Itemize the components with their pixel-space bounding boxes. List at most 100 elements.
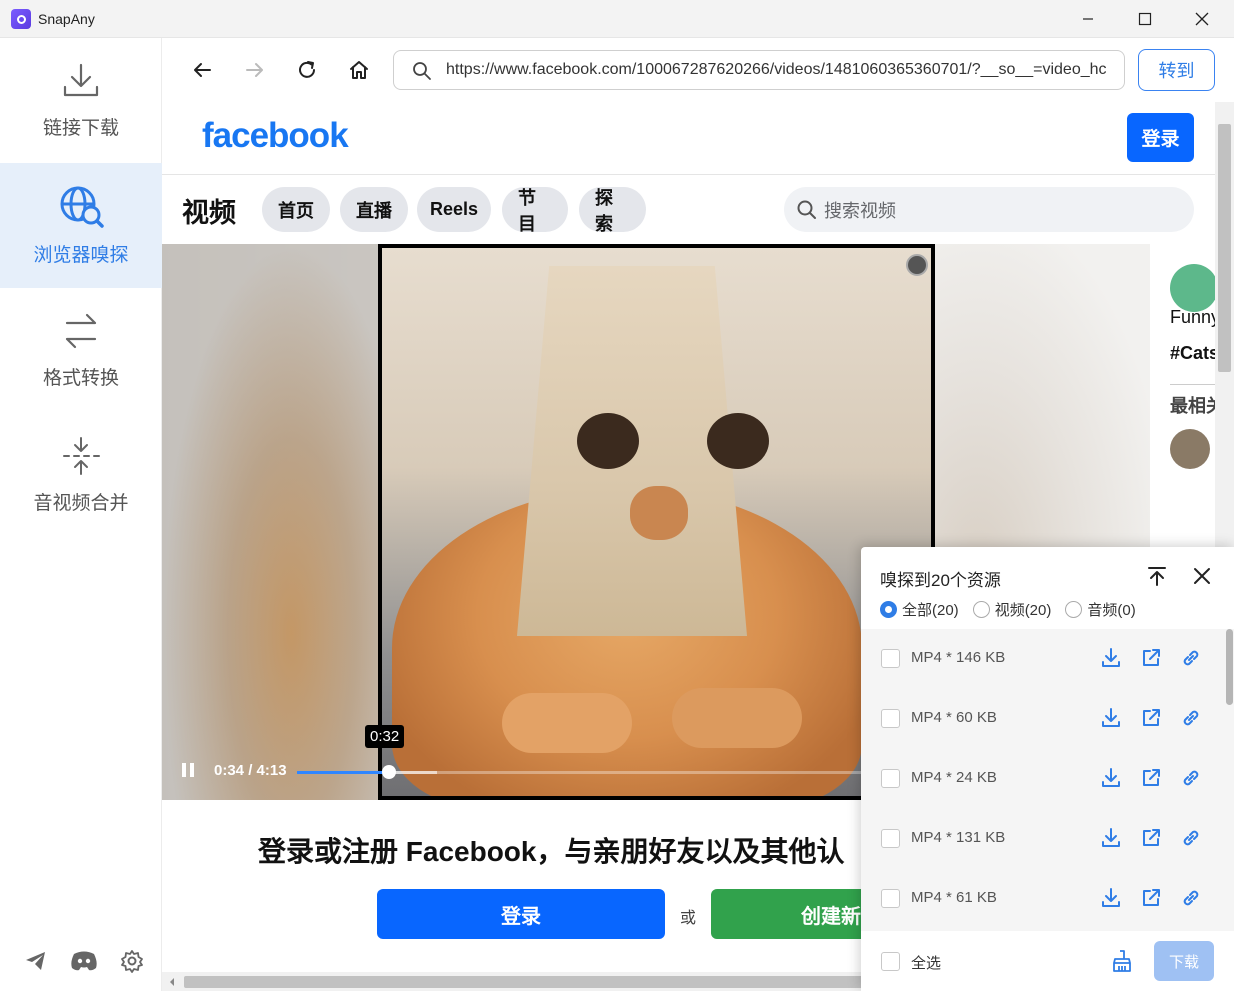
- video-search-input[interactable]: 搜索视频: [784, 187, 1194, 232]
- item-open-button[interactable]: [1139, 886, 1163, 910]
- clear-button[interactable]: [1109, 947, 1135, 975]
- sidebar-item-av-merge[interactable]: 音视频合并: [0, 413, 162, 538]
- list-item: MP4 * 24 KB: [861, 749, 1223, 809]
- external-link-icon: [1143, 769, 1160, 786]
- arrow-right-icon: [246, 63, 263, 77]
- filter-all-radio[interactable]: 全部(20): [880, 599, 959, 620]
- signup-title: 登录或注册 Facebook，与亲朋好友以及其他认: [258, 836, 845, 867]
- filter-label: 全部(20): [902, 602, 959, 619]
- avatar[interactable]: [1170, 264, 1215, 312]
- item-open-button[interactable]: [1139, 646, 1163, 670]
- sidebar-footer: [24, 949, 144, 973]
- tab-home[interactable]: 首页: [262, 187, 330, 232]
- item-checkbox[interactable]: [881, 769, 900, 788]
- tab-shows[interactable]: 节目: [502, 187, 568, 234]
- search-placeholder: 搜索视频: [824, 200, 896, 221]
- item-download-button[interactable]: [1099, 646, 1123, 670]
- item-checkbox[interactable]: [881, 889, 900, 908]
- sidebar-item-label: 链接下载: [42, 118, 119, 139]
- item-download-button[interactable]: [1099, 886, 1123, 910]
- tab-live[interactable]: 直播: [340, 187, 408, 232]
- item-copy-link-button[interactable]: [1179, 766, 1203, 790]
- progress-knob[interactable]: [381, 765, 396, 779]
- close-panel-button[interactable]: [1189, 563, 1215, 589]
- close-icon: [1194, 568, 1210, 584]
- sidebar-item-label: 格式转换: [42, 368, 119, 389]
- item-name: MP4 * 60 KB: [911, 709, 997, 726]
- arrow-left-icon: [194, 63, 211, 77]
- tab-explore[interactable]: 探索: [579, 187, 646, 234]
- download-icon: [1102, 888, 1120, 907]
- telegram-icon[interactable]: [24, 950, 48, 972]
- back-button[interactable]: [188, 56, 216, 84]
- item-open-button[interactable]: [1139, 766, 1163, 790]
- merge-icon: [63, 437, 100, 475]
- item-name: MP4 * 61 KB: [911, 889, 997, 906]
- scroll-left-icon[interactable]: [168, 977, 176, 987]
- item-checkbox[interactable]: [881, 709, 900, 728]
- external-link-icon: [1143, 649, 1160, 666]
- collapse-top-button[interactable]: [1144, 563, 1170, 589]
- download-button[interactable]: 下载: [1154, 941, 1214, 981]
- forward-button[interactable]: [241, 56, 269, 84]
- item-name: MP4 * 131 KB: [911, 829, 1006, 846]
- video-section-title: 视频: [182, 198, 236, 228]
- item-copy-link-button[interactable]: [1179, 826, 1203, 850]
- filter-audio-radio[interactable]: 音频(0): [1065, 599, 1136, 620]
- select-all-checkbox[interactable]: [881, 952, 900, 971]
- sniff-title: 嗅探到20个资源: [880, 571, 1001, 590]
- item-open-button[interactable]: [1139, 706, 1163, 730]
- side-related[interactable]: 最相关: [1170, 392, 1215, 418]
- sidebar-item-label: 浏览器嗅探: [33, 245, 129, 266]
- video-image: [382, 248, 931, 796]
- item-copy-link-button[interactable]: [1179, 706, 1203, 730]
- download-icon: [1102, 648, 1120, 667]
- hover-time-tooltip: 0:32: [365, 725, 405, 748]
- video-nav: 视频 首页 直播 Reels 节目 探索 搜索视频: [162, 174, 1215, 244]
- sidebar-item-link-download[interactable]: 链接下载: [0, 38, 162, 163]
- search-icon: [413, 62, 431, 80]
- resource-list-scrollbar[interactable]: [1224, 629, 1234, 931]
- side-caption: Funny: [1170, 307, 1215, 327]
- select-all-label[interactable]: 全选: [911, 952, 941, 973]
- pause-button[interactable]: [182, 763, 194, 777]
- sidebar-item-browser-sniff[interactable]: 浏览器嗅探: [0, 163, 162, 288]
- link-icon: [1183, 890, 1199, 906]
- go-button[interactable]: 转到: [1138, 49, 1215, 91]
- sidebar-item-format-convert[interactable]: 格式转换: [0, 288, 162, 413]
- close-window-button[interactable]: [1172, 0, 1232, 38]
- external-link-icon: [1143, 889, 1160, 906]
- item-open-button[interactable]: [1139, 826, 1163, 850]
- item-download-button[interactable]: [1099, 826, 1123, 850]
- video-time: 0:34 / 4:13: [214, 762, 287, 779]
- item-checkbox[interactable]: [881, 829, 900, 848]
- facebook-login-top-button[interactable]: 登录: [1127, 113, 1194, 162]
- download-icon: [63, 63, 99, 97]
- home-button[interactable]: [345, 56, 373, 84]
- minimize-button[interactable]: [1058, 0, 1118, 38]
- discord-icon[interactable]: [70, 950, 98, 972]
- maximize-button[interactable]: [1115, 0, 1175, 38]
- login-button[interactable]: 登录: [377, 889, 665, 939]
- settings-icon[interactable]: [120, 949, 144, 973]
- link-icon: [1183, 650, 1199, 666]
- item-copy-link-button[interactable]: [1179, 886, 1203, 910]
- sniff-footer: 全选 下载: [861, 931, 1234, 991]
- url-input[interactable]: https://www.facebook.com/100067287620266…: [393, 50, 1125, 90]
- item-copy-link-button[interactable]: [1179, 646, 1203, 670]
- filter-video-radio[interactable]: 视频(20): [972, 599, 1051, 620]
- arrow-to-top-icon: [1148, 567, 1166, 586]
- avatar[interactable]: [1170, 429, 1210, 469]
- item-download-button[interactable]: [1099, 766, 1123, 790]
- item-download-button[interactable]: [1099, 706, 1123, 730]
- item-checkbox[interactable]: [881, 649, 900, 668]
- or-text: 或: [680, 910, 697, 927]
- filter-radios: 全部(20) 视频(20) 音频(0): [880, 599, 1136, 620]
- facebook-logo[interactable]: facebook: [202, 116, 349, 156]
- tab-reels[interactable]: Reels: [417, 187, 491, 232]
- reload-button[interactable]: [293, 56, 321, 84]
- item-name: MP4 * 146 KB: [911, 649, 1006, 666]
- side-hashtag[interactable]: #Cats: [1170, 343, 1215, 364]
- facebook-header: facebook 登录: [162, 102, 1215, 174]
- link-icon: [1183, 710, 1199, 726]
